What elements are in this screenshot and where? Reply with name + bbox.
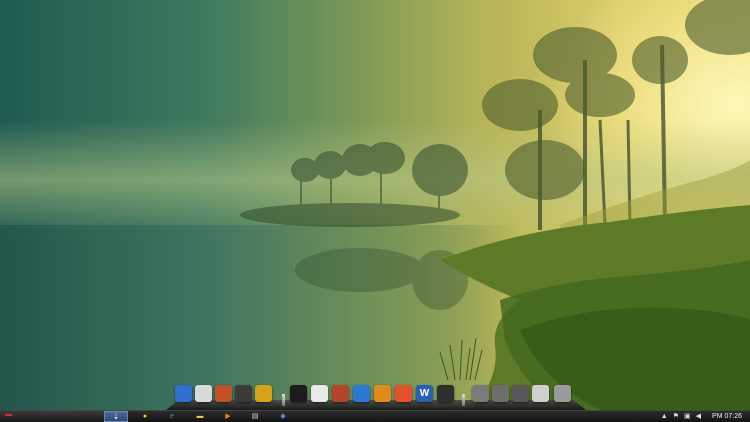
reeds [439,337,483,381]
flag-icon[interactable]: ⚑ [673,412,679,421]
black-app-icon[interactable] [290,385,307,402]
internet-explorer-icon[interactable]: e [167,412,177,421]
network-icon[interactable]: ◆ [278,412,288,421]
photo-icon[interactable] [395,385,412,402]
system-tray: ▲ ⚑ ▣ ◀ PM 07:26 [661,411,742,422]
terminal-icon[interactable] [437,385,454,402]
media-player-icon[interactable] [235,385,252,402]
computer-icon[interactable] [175,385,192,402]
start-area[interactable] [0,411,104,422]
cd-drive-icon[interactable] [512,385,529,402]
sliders-icon[interactable] [332,385,349,402]
chrome-icon[interactable] [311,385,328,402]
package-icon[interactable] [374,385,391,402]
word-icon[interactable]: W [416,385,433,402]
drive-icon[interactable] [492,385,509,402]
landscape-scene [240,0,750,410]
volume-icon[interactable]: ◀ [696,412,701,421]
network-icon[interactable] [472,385,489,402]
taskbar: ⇣ ● e ▬ ▶ ▤ ◆ ▲ ⚑ ▣ ◀ PM 07:26 [0,410,750,422]
active-task-button[interactable]: ⇣ [104,411,128,422]
speaker-icon[interactable] [215,385,232,402]
notepad-icon[interactable]: ▤ [250,412,260,421]
app-blue-icon[interactable] [353,385,370,402]
tree-canopies [482,0,750,200]
film-icon[interactable] [532,385,549,402]
start-icon[interactable] [5,414,12,416]
show-hidden-icon[interactable]: ▲ [661,412,668,421]
island-reflection [295,248,468,310]
application-dock: W [166,380,586,410]
gold-app-icon[interactable] [255,385,272,402]
settings-panel-icon[interactable] [195,385,212,402]
chrome-icon[interactable]: ● [140,412,150,421]
folder-icon[interactable]: ▬ [195,412,205,421]
disk-icon[interactable] [554,385,571,402]
dock-separator [282,394,285,406]
media-player-icon[interactable]: ▶ [223,412,233,421]
clock[interactable]: PM 07:26 [712,411,742,422]
island-trees [240,142,468,227]
desktop-wallpaper [0,0,750,410]
dock-separator [462,394,465,406]
network-tray-icon[interactable]: ▣ [684,412,691,421]
